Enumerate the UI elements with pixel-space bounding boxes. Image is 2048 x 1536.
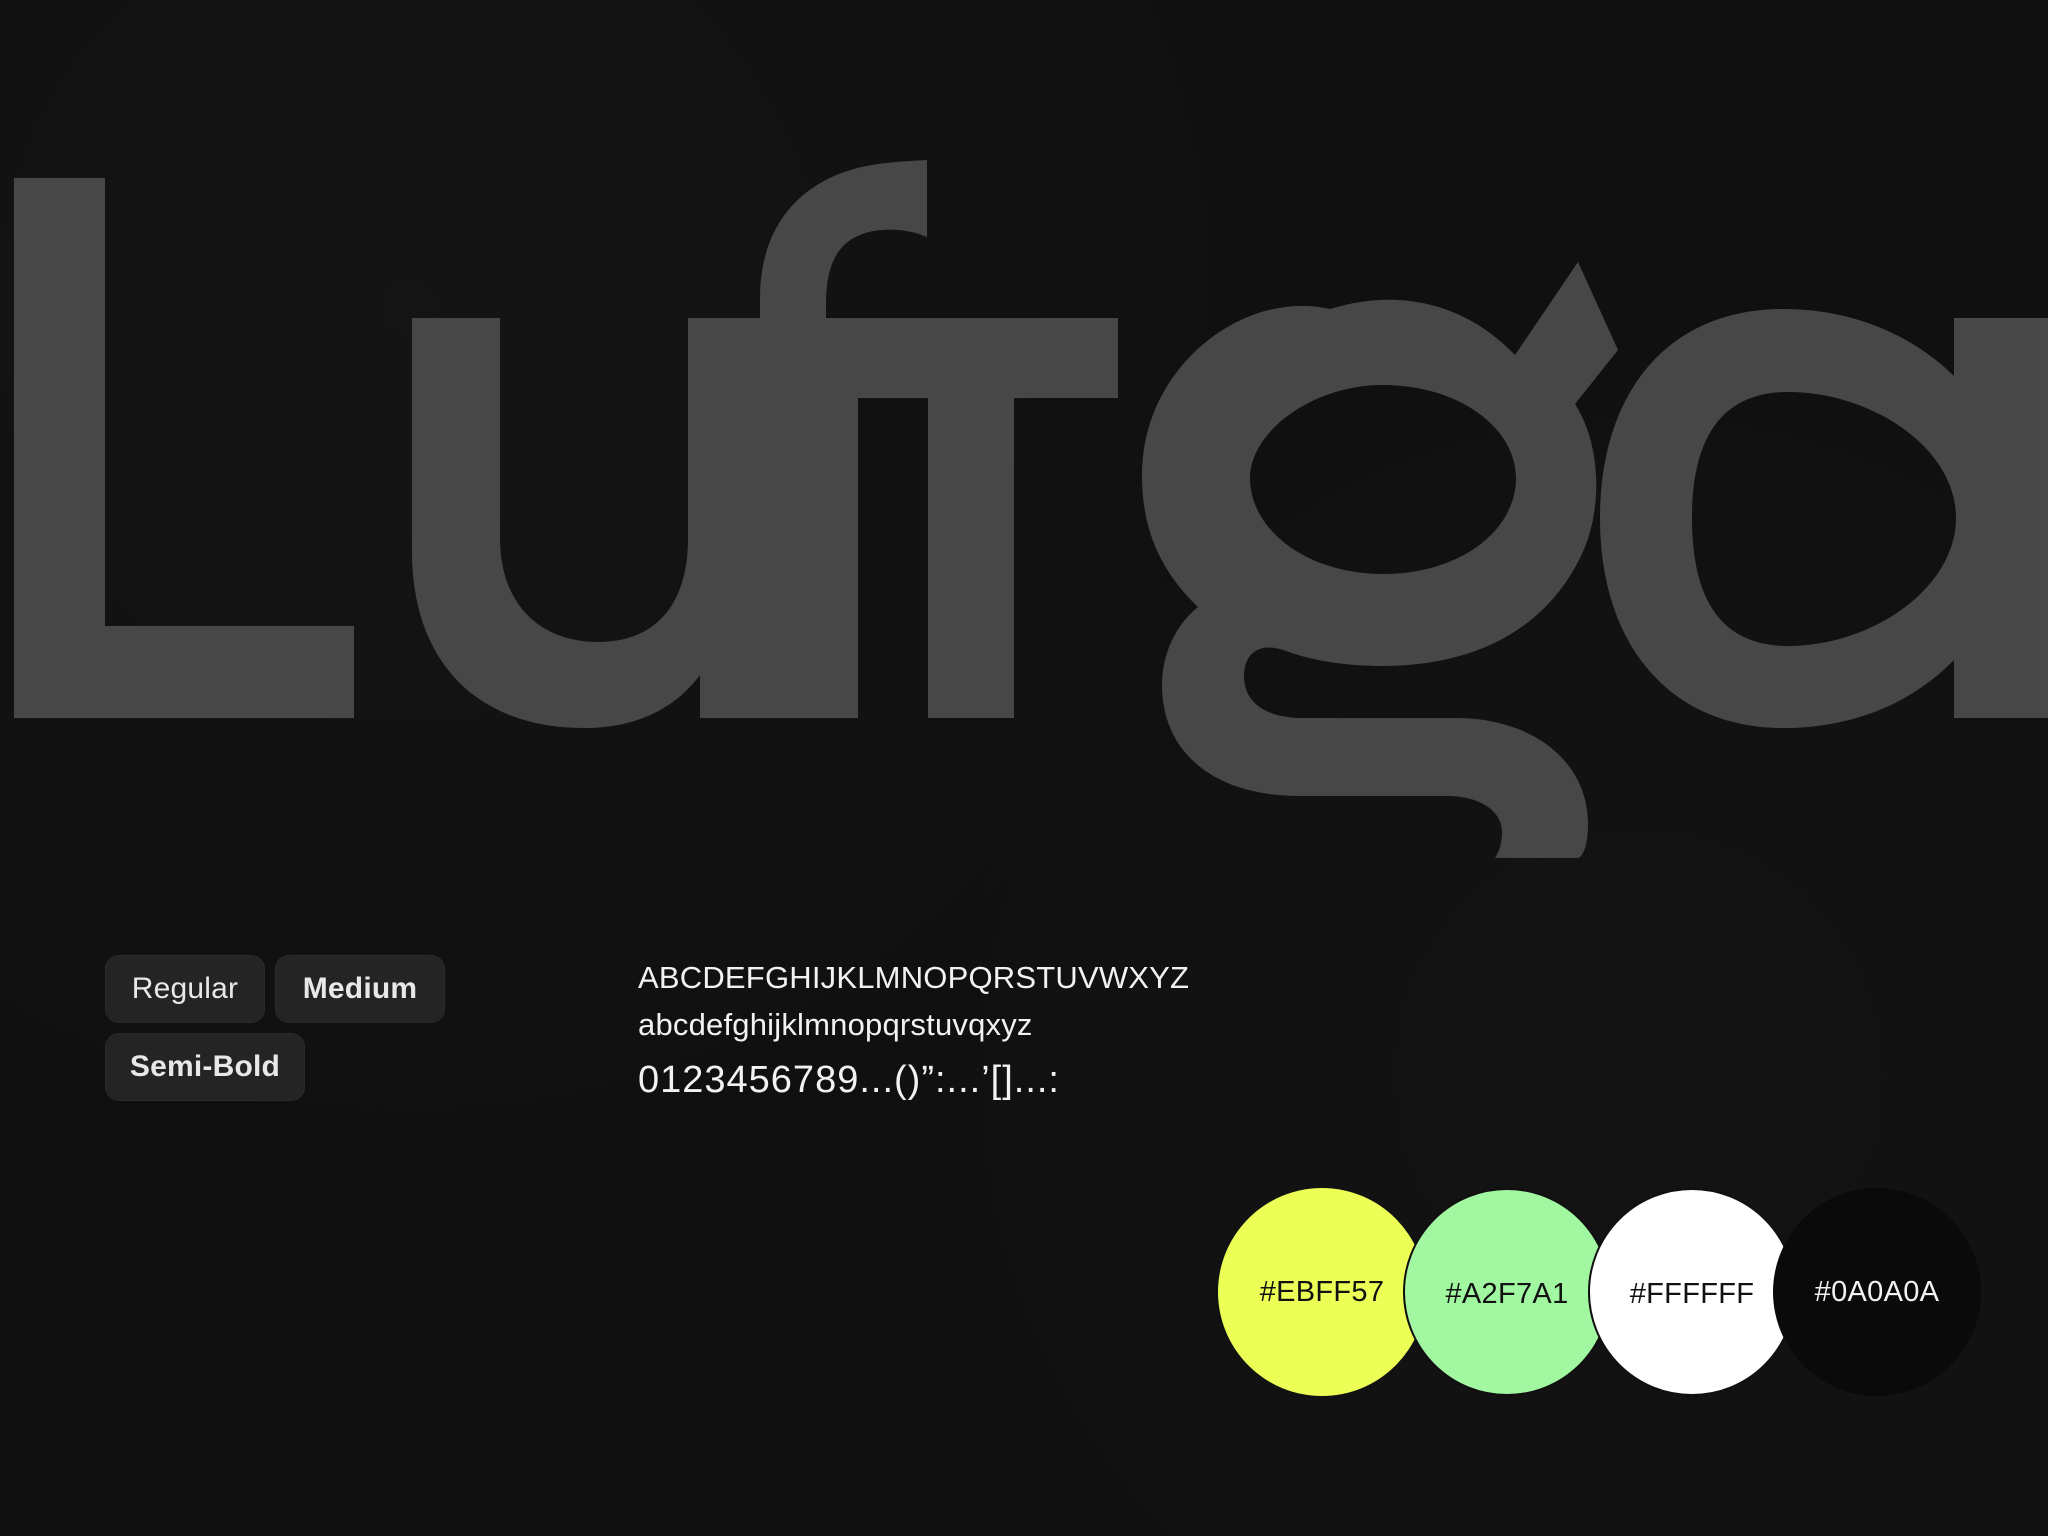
swatch-a2f7a1: #A2F7A1 [1403,1188,1611,1396]
numbers-and-punctuation: 0123456789...()”:...’[]...: [638,1059,1060,1101]
swatch-ffffff: #FFFFFF [1588,1188,1796,1396]
swatch-ffffff-label: #FFFFFF [1629,1278,1755,1310]
regular-weight-label: Regular [131,972,239,1005]
glyph-specimen: ABCDEFGHIJKLMNOPQRSTUVWXYZ abcdefghijklm… [638,955,1189,1109]
color-palette: #EBFF57 #A2F7A1 #FFFFFF #0A0A0A [1218,1188,1981,1398]
swatch-ebff57: #EBFF57 [1218,1188,1426,1396]
medium-weight-chip: Medium [275,955,445,1023]
swatch-ebff57-label: #EBFF57 [1259,1276,1385,1308]
swatch-0a0a0a: #0A0A0A [1773,1188,1981,1396]
swatch-a2f7a1-label: #A2F7A1 [1445,1278,1569,1310]
hero-logotype [0,0,2048,880]
lowercase-alphabet: abcdefghijklmnopqrstuvqxyz [638,1007,1033,1042]
medium-weight-label: Medium [302,972,418,1005]
letter-g [1142,262,1618,858]
lufga-wordmark [14,160,2048,858]
letter-a [1600,309,2048,728]
letter-l [14,178,354,718]
semibold-weight-chip: Semi-Bold [105,1033,305,1101]
letter-f [760,160,1118,718]
regular-weight-chip: Regular [105,955,265,1023]
letter-u [412,318,782,728]
semibold-weight-label: Semi-Bold [129,1050,281,1083]
uppercase-alphabet: ABCDEFGHIJKLMNOPQRSTUVWXYZ [638,960,1190,995]
swatch-0a0a0a-label: #0A0A0A [1814,1276,1940,1308]
